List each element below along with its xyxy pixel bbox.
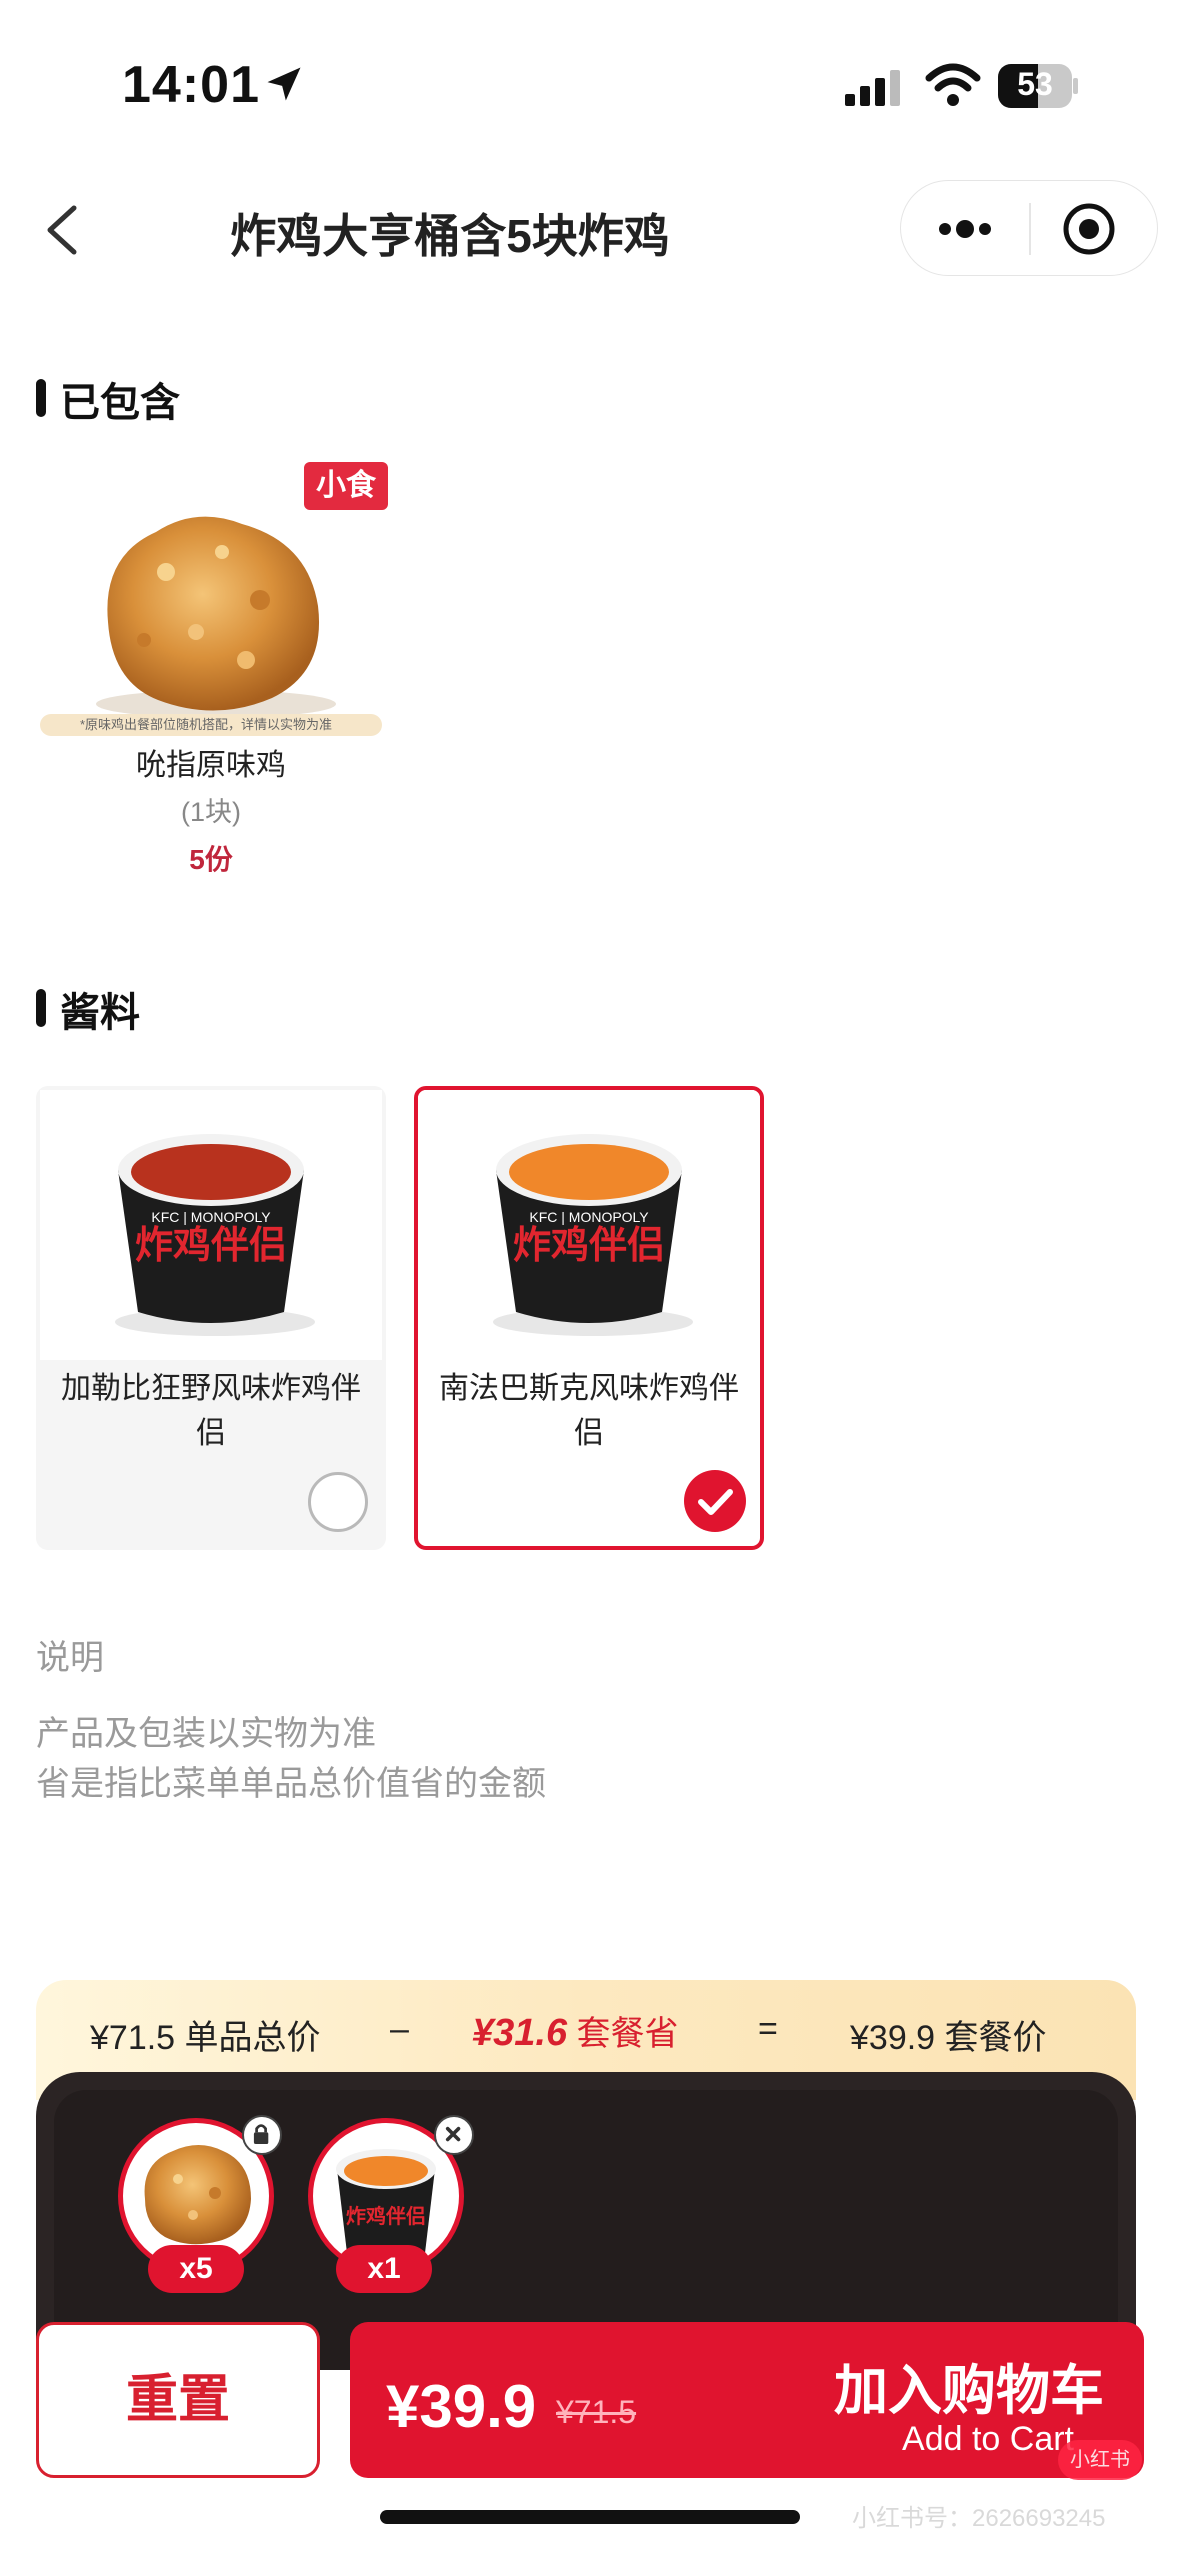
cellular-signal-icon	[845, 70, 900, 106]
combo-price: ¥39.9	[850, 2019, 936, 2057]
tray-item-sauce-qty: x1	[336, 2245, 432, 2293]
savings-group: ¥31.6 套餐省	[472, 2006, 679, 2055]
sauce-option-name: 加勒比狂野风味炸鸡伴侣	[61, 1372, 361, 1450]
watermark-text: 小红书号：2626693245	[852, 2505, 1106, 2532]
sauce-cup-image: KFC | MONOPOLY 炸鸡伴侣	[493, 1134, 693, 1336]
fried-chicken-image	[96, 516, 336, 718]
description-title: 说明	[36, 1639, 104, 1677]
savings-label: 套餐省	[576, 2015, 679, 2053]
included-heading: 已包含	[36, 370, 180, 428]
location-arrow-icon	[267, 67, 301, 101]
remove-item-close-icon[interactable]	[434, 2115, 474, 2155]
equals-sign: =	[758, 2010, 778, 2048]
nav-bar: 炸鸡大亨桶含5块炸鸡	[0, 170, 1179, 290]
cart-original-price: ¥71.5	[556, 2394, 637, 2430]
wifi-icon	[925, 63, 981, 106]
battery-level: 53	[1017, 66, 1053, 102]
item-name: 吮指原味鸡	[136, 749, 286, 782]
status-bar: 14:01 53	[0, 0, 1179, 170]
back-chevron-icon[interactable]	[38, 200, 88, 260]
description-line-2: 省是指比菜单单品总价值省的金额	[36, 1765, 546, 1803]
total-value: ¥71.5	[90, 2019, 176, 2057]
cup-label-text: 炸鸡伴侣	[346, 2204, 426, 2228]
sauce-option-caribbean[interactable]: KFC | MONOPOLY 炸鸡伴侣 加勒比狂野风味炸鸡伴侣	[36, 1086, 386, 1550]
snack-tag: 小食	[304, 462, 388, 510]
page-title: 炸鸡大亨桶含5块炸鸡	[230, 210, 670, 262]
lock-icon	[242, 2115, 282, 2155]
savings-value: ¥31.6	[472, 2012, 568, 2054]
more-dots-icon[interactable]	[935, 209, 995, 249]
item-unit: (1块)	[181, 797, 241, 827]
total-label: 单品总价	[184, 2019, 321, 2057]
sauce-cup-image: KFC | MONOPOLY 炸鸡伴侣	[115, 1134, 315, 1336]
sauce-option-name: 南法巴斯克风味炸鸡伴侣	[439, 1372, 739, 1450]
combo-price-label: 套餐价	[944, 2019, 1047, 2057]
close-miniapp-icon[interactable]	[1061, 201, 1117, 257]
minus-sign: –	[390, 2010, 409, 2048]
battery-indicator: 53	[998, 64, 1078, 108]
total-value-group: ¥71.5 单品总价	[90, 2010, 321, 2059]
status-time: 14:01	[122, 56, 260, 114]
watermark-logo: 小红书	[1058, 2440, 1142, 2480]
unselected-radio-icon[interactable]	[308, 1472, 368, 1532]
cup-label-text: 炸鸡伴侣	[135, 1223, 287, 1267]
tray-item-chicken-qty: x5	[148, 2245, 244, 2293]
sauce-option-basque[interactable]: KFC | MONOPOLY 炸鸡伴侣 南法巴斯克风味炸鸡伴侣	[414, 1086, 764, 1550]
cart-price: ¥39.9	[386, 2373, 537, 2440]
item-quantity: 5份	[189, 844, 233, 875]
reset-button[interactable]: 重置	[36, 2322, 320, 2478]
home-indicator[interactable]	[380, 2510, 800, 2524]
miniapp-capsule	[900, 180, 1158, 276]
description-line-1: 产品及包装以实物为准	[36, 1715, 376, 1753]
add-to-cart-button[interactable]: ¥39.9 ¥71.5 加入购物车 Add to Cart	[350, 2322, 1144, 2478]
item-note: *原味鸡出餐部位随机搭配，详情以实物为准	[40, 714, 382, 736]
sauce-heading: 酱料	[36, 980, 140, 1038]
combo-price-group: ¥39.9 套餐价	[850, 2010, 1047, 2059]
included-item-card: 小食 *原味鸡出餐部位随机搭配，详情以实物为准 吮指原味鸡 (1块) 5份	[36, 462, 388, 882]
selected-check-icon[interactable]	[684, 1470, 746, 1532]
add-to-cart-label-cn: 加入购物车	[834, 2361, 1104, 2421]
cup-label-text: 炸鸡伴侣	[513, 1223, 665, 1267]
add-to-cart-label-en: Add to Cart	[902, 2420, 1074, 2458]
